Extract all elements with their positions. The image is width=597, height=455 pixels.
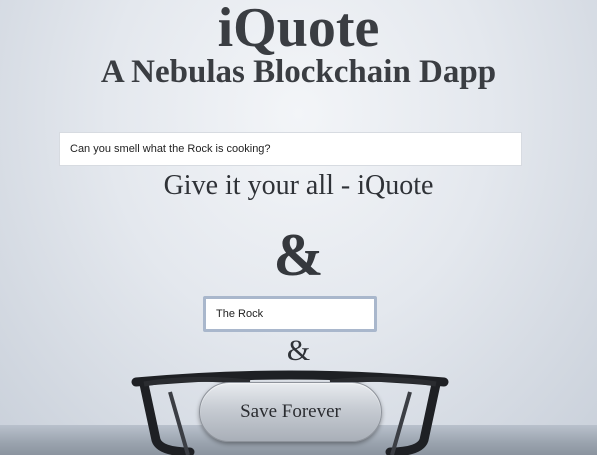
ampersand-small: & <box>286 334 311 367</box>
quote-display-text: Give it your all - iQuote <box>163 170 434 201</box>
quote-input[interactable] <box>59 132 522 166</box>
save-forever-button[interactable]: Save Forever <box>199 382 382 442</box>
ampersand-large: & <box>273 222 324 288</box>
app-subtitle: A Nebulas Blockchain Dapp <box>100 54 497 90</box>
author-input[interactable] <box>203 296 377 332</box>
app-title: iQuote <box>217 0 380 59</box>
